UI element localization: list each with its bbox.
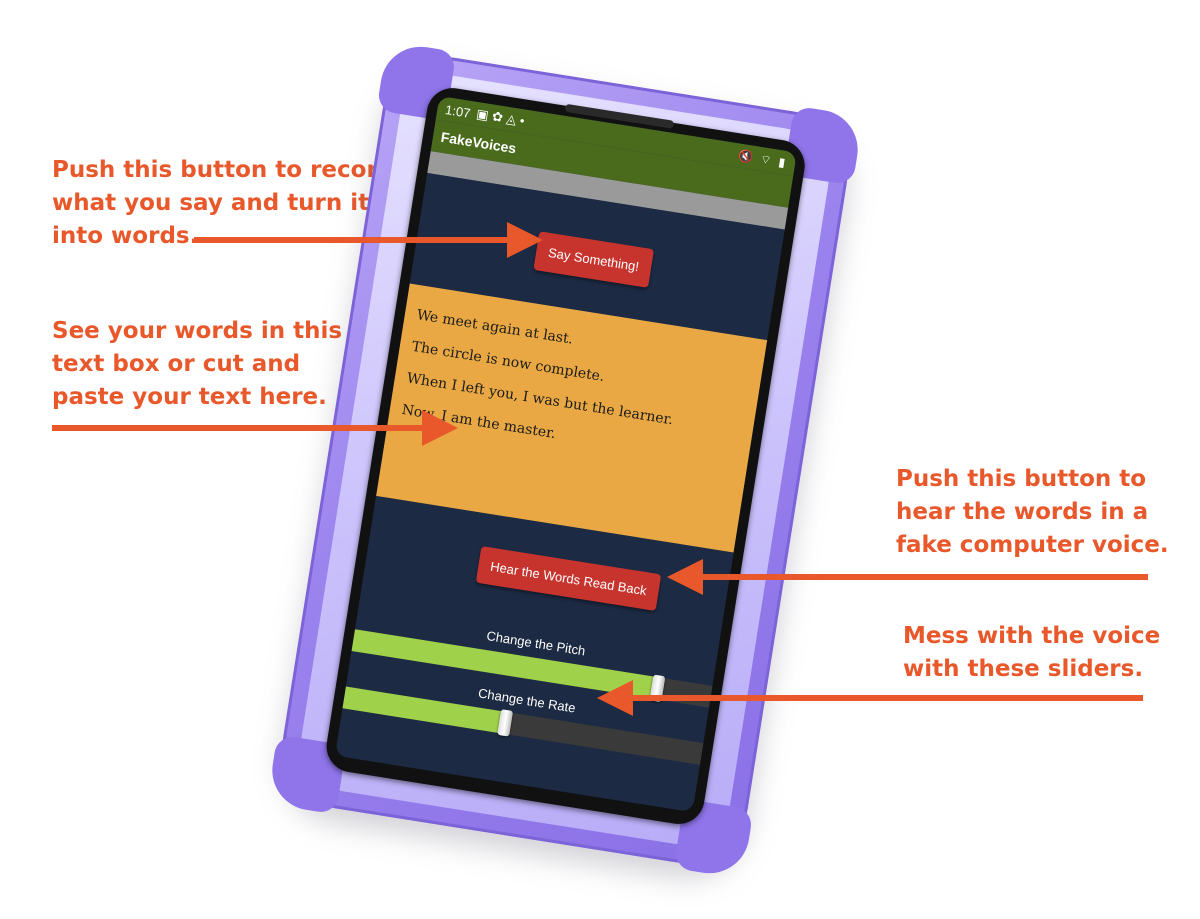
callout-arrows — [52, 222, 1148, 716]
